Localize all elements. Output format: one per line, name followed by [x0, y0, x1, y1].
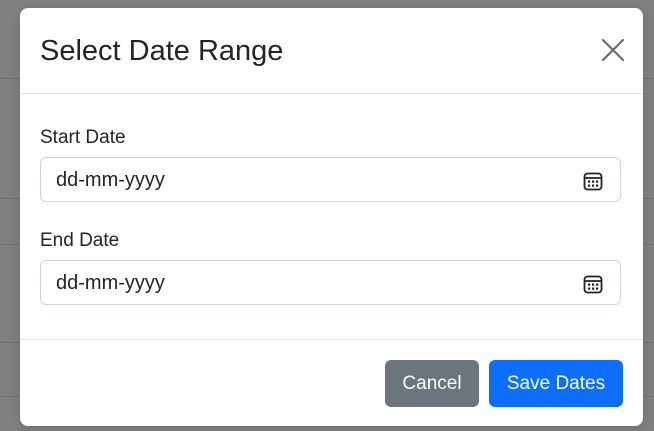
start-date-value: dd-mm-yyyy [56, 169, 165, 191]
modal-title: Select Date Range [40, 35, 284, 67]
modal-body: Start Date dd-mm-yyyy End Date dd-mm-yyy… [20, 94, 643, 340]
modal-footer: Cancel Save Dates [20, 340, 643, 426]
start-date-input[interactable]: dd-mm-yyyy [40, 157, 621, 202]
calendar-icon[interactable] [583, 274, 603, 294]
start-date-label: Start Date [40, 127, 126, 148]
end-date-input[interactable]: dd-mm-yyyy [40, 260, 621, 305]
close-button[interactable] [599, 36, 627, 64]
end-date-value: dd-mm-yyyy [56, 272, 165, 294]
date-range-modal: Select Date Range Start Date dd-mm-yyyy [20, 8, 643, 426]
save-dates-button[interactable]: Save Dates [489, 360, 623, 407]
close-icon [601, 38, 625, 62]
cancel-button[interactable]: Cancel [385, 360, 479, 407]
calendar-icon[interactable] [583, 171, 603, 191]
modal-header: Select Date Range [20, 8, 643, 94]
end-date-label: End Date [40, 230, 120, 251]
